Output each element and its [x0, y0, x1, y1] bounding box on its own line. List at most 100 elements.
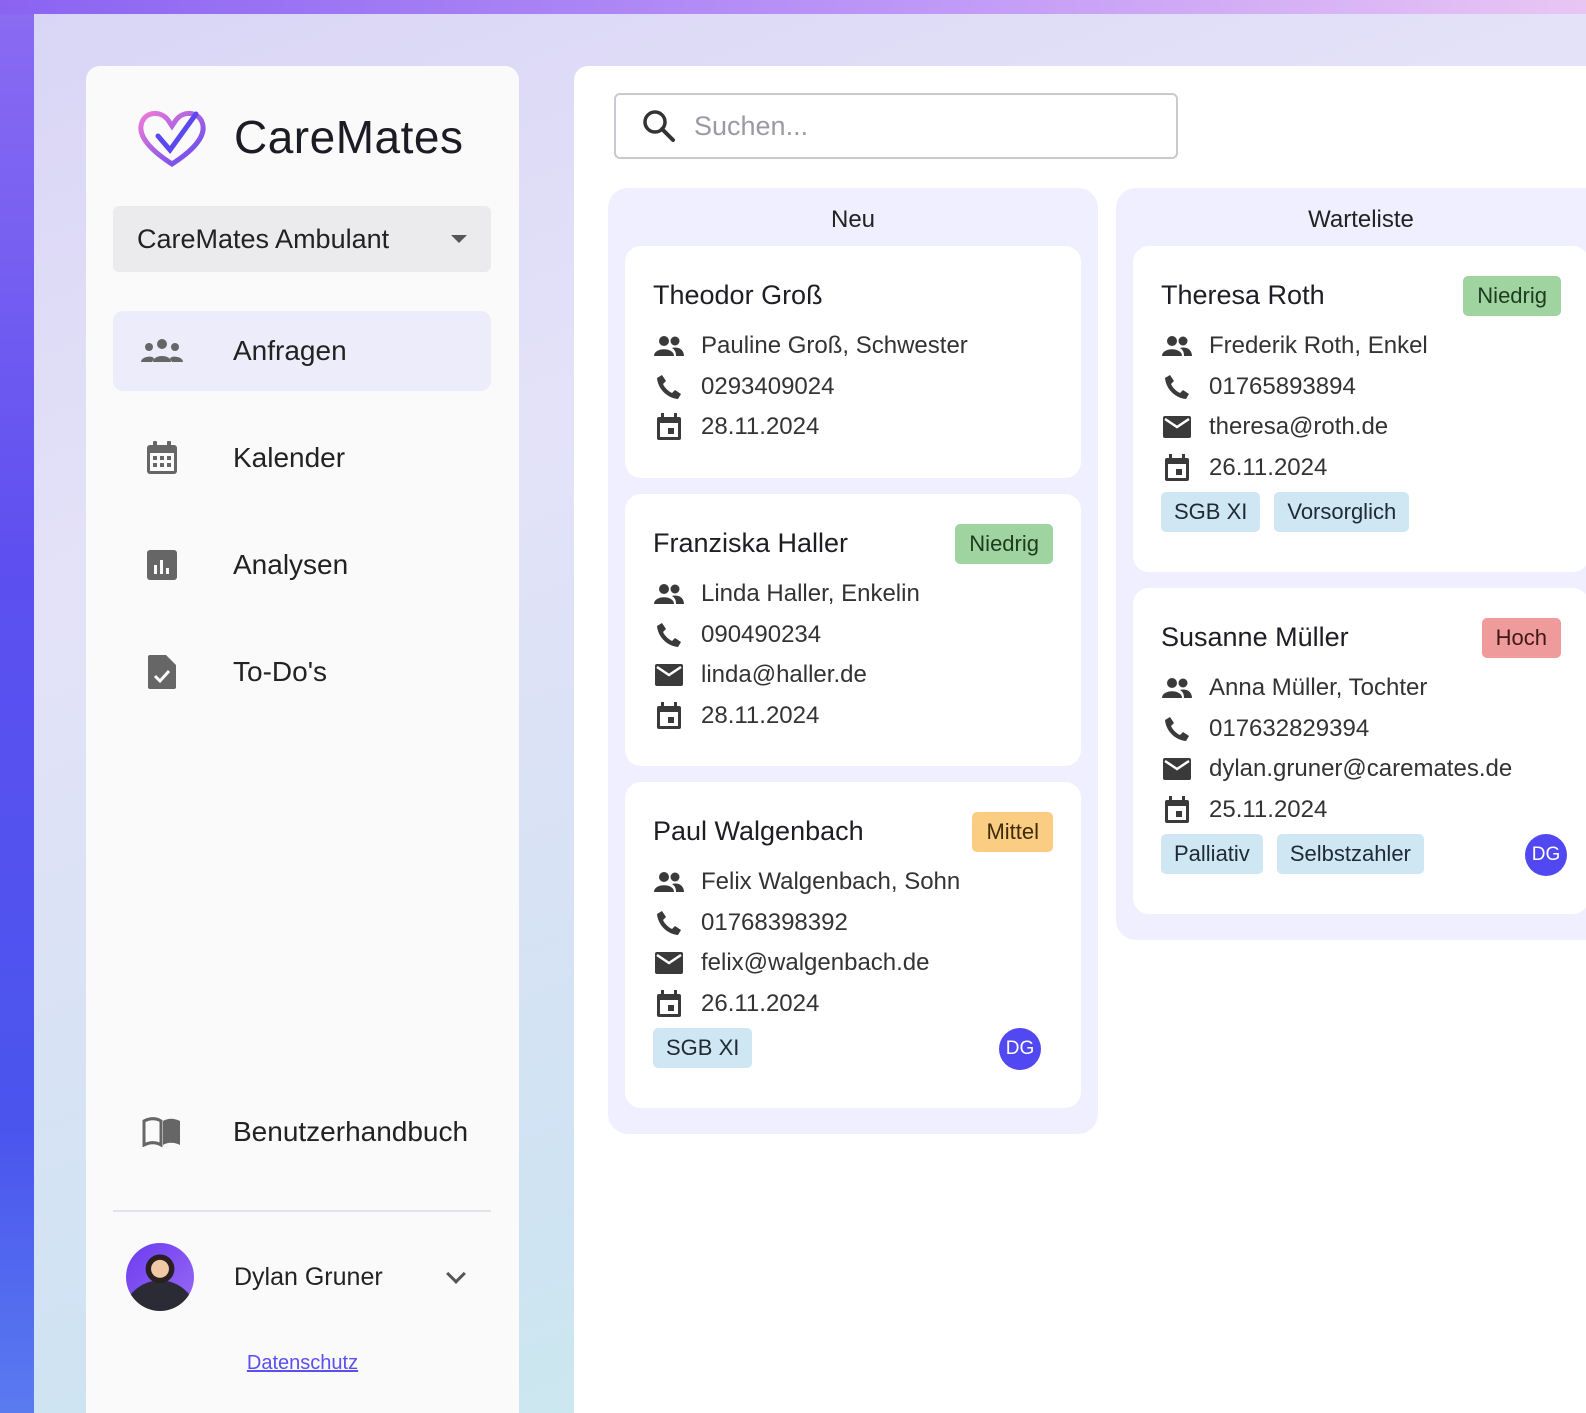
calendar-event-icon	[653, 412, 685, 442]
column-title: Neu	[830, 206, 876, 233]
privacy-link[interactable]: Datenschutz	[247, 1352, 358, 1374]
card-contact-row: Linda Haller, Enkelin	[653, 574, 920, 615]
card-contact: Anna Müller, Tochter	[1209, 674, 1428, 702]
sidebar: CareMates CareMates Ambulant Anfragen Ka…	[86, 66, 519, 1413]
calendar-event-icon	[1161, 795, 1193, 825]
card-phone-row: 01768398392	[653, 903, 960, 944]
tag-list: Palliativ Selbstzahler	[1161, 834, 1424, 874]
priority-badge: Niedrig	[1463, 276, 1561, 316]
card-name: Theresa Roth	[1161, 280, 1325, 310]
tag: Vorsorglich	[1274, 492, 1410, 532]
card-contact: Frederik Roth, Enkel	[1209, 332, 1428, 360]
organization-select-value: CareMates Ambulant	[137, 223, 390, 254]
privacy-footer: Datenschutz	[86, 1352, 519, 1375]
request-card[interactable]: Franziska Haller Niedrig Linda Haller, E…	[625, 494, 1081, 766]
card-email-row: linda@haller.de	[653, 655, 920, 696]
card-phone: 01768398392	[701, 908, 848, 936]
card-phone: 01765893894	[1209, 372, 1356, 400]
contact-people-icon	[653, 331, 685, 361]
request-card[interactable]: Theresa Roth Niedrig Frederik Roth, Enke…	[1133, 246, 1586, 572]
card-date: 25.11.2024	[1209, 795, 1328, 823]
organization-select[interactable]: CareMates Ambulant	[113, 206, 491, 272]
calendar-event-icon	[653, 989, 685, 1019]
phone-icon	[1161, 714, 1193, 744]
card-date: 26.11.2024	[1209, 453, 1328, 481]
contact-people-icon	[653, 867, 685, 897]
assignee-avatar[interactable]: DG	[1525, 834, 1567, 876]
card-phone: 0293409024	[701, 372, 835, 400]
request-card[interactable]: Susanne Müller Hoch Anna Müller, Tochter…	[1133, 588, 1586, 914]
search-input[interactable]	[694, 110, 1134, 142]
mail-icon	[1161, 754, 1193, 784]
mail-icon	[653, 660, 685, 690]
card-email-row: theresa@roth.de	[1161, 407, 1428, 448]
tag: Selbstzahler	[1276, 834, 1424, 874]
card-phone-row: 017632829394	[1161, 709, 1512, 750]
todo-file-icon	[139, 654, 185, 690]
card-name: Susanne Müller	[1161, 622, 1349, 652]
card-contact-row: Pauline Groß, Schwester	[653, 326, 968, 367]
tag: SGB XI	[653, 1028, 753, 1068]
card-date: 28.11.2024	[701, 413, 820, 441]
caret-down-icon	[451, 235, 467, 243]
contact-people-icon	[1161, 331, 1193, 361]
card-email: linda@haller.de	[701, 661, 867, 689]
card-date: 28.11.2024	[701, 701, 820, 729]
user-name: Dylan Gruner	[234, 1262, 383, 1291]
nav-item-benutzerhandbuch[interactable]: Benutzerhandbuch	[113, 1092, 491, 1172]
tag: SGB XI	[1161, 492, 1261, 532]
card-contact-row: Frederik Roth, Enkel	[1161, 326, 1428, 367]
card-date-row: 26.11.2024	[1161, 448, 1428, 489]
card-phone-row: 0293409024	[653, 367, 968, 408]
app-logo: CareMates	[136, 106, 463, 168]
card-date-row: 26.11.2024	[653, 984, 960, 1025]
contact-people-icon	[1161, 673, 1193, 703]
nav-item-analysen[interactable]: Analysen	[113, 525, 491, 605]
people-icon	[139, 338, 185, 364]
phone-icon	[653, 908, 685, 938]
main-panel: Neu Theodor Groß Pauline Groß, Schwester…	[574, 66, 1586, 1413]
user-menu[interactable]: Dylan Gruner	[113, 1242, 491, 1312]
mail-icon	[1161, 412, 1193, 442]
search-box[interactable]	[614, 93, 1178, 159]
background-left-strip	[0, 0, 34, 1413]
card-phone: 017632829394	[1209, 714, 1370, 742]
nav-label: Anfragen	[233, 335, 347, 366]
app-name: CareMates	[234, 111, 464, 163]
priority-badge: Niedrig	[955, 524, 1053, 564]
nav-label: Benutzerhandbuch	[233, 1116, 469, 1147]
nav-item-kalender[interactable]: Kalender	[113, 418, 491, 498]
phone-icon	[1161, 372, 1193, 402]
card-contact: Pauline Groß, Schwester	[701, 332, 968, 360]
chevron-down-icon	[446, 1264, 466, 1284]
chart-icon	[139, 549, 185, 581]
heart-logo-icon	[138, 111, 206, 167]
column-warteliste: Warteliste Theresa Roth Niedrig Frederik…	[1116, 188, 1586, 940]
calendar-event-icon	[653, 701, 685, 731]
request-card[interactable]: Paul Walgenbach Mittel Felix Walgenbach,…	[625, 782, 1081, 1108]
nav-item-anfragen[interactable]: Anfragen	[113, 311, 491, 391]
search-icon	[643, 110, 675, 142]
card-email: theresa@roth.de	[1209, 413, 1389, 441]
card-name: Franziska Haller	[653, 528, 849, 558]
sidebar-divider	[113, 1210, 491, 1212]
card-email-row: felix@walgenbach.de	[653, 943, 960, 984]
assignee-avatar[interactable]: DG	[999, 1028, 1041, 1070]
card-date-row: 28.11.2024	[653, 696, 920, 737]
card-date: 26.11.2024	[701, 989, 820, 1017]
nav-item-todos[interactable]: To-Do's	[113, 632, 491, 712]
priority-badge: Hoch	[1481, 618, 1561, 658]
card-email: felix@walgenbach.de	[701, 949, 930, 977]
card-name: Paul Walgenbach	[653, 816, 864, 846]
request-card[interactable]: Theodor Groß Pauline Groß, Schwester 029…	[625, 246, 1081, 478]
priority-badge: Mittel	[972, 812, 1053, 852]
card-contact-row: Anna Müller, Tochter	[1161, 668, 1512, 709]
nav-label: To-Do's	[233, 656, 328, 687]
book-icon	[139, 1117, 185, 1147]
phone-icon	[653, 620, 685, 650]
card-date-row: 28.11.2024	[653, 407, 968, 448]
card-phone: 090490234	[701, 620, 822, 648]
card-name: Theodor Groß	[653, 280, 823, 310]
tag: Palliativ	[1161, 834, 1263, 874]
column-title: Warteliste	[1308, 206, 1414, 233]
